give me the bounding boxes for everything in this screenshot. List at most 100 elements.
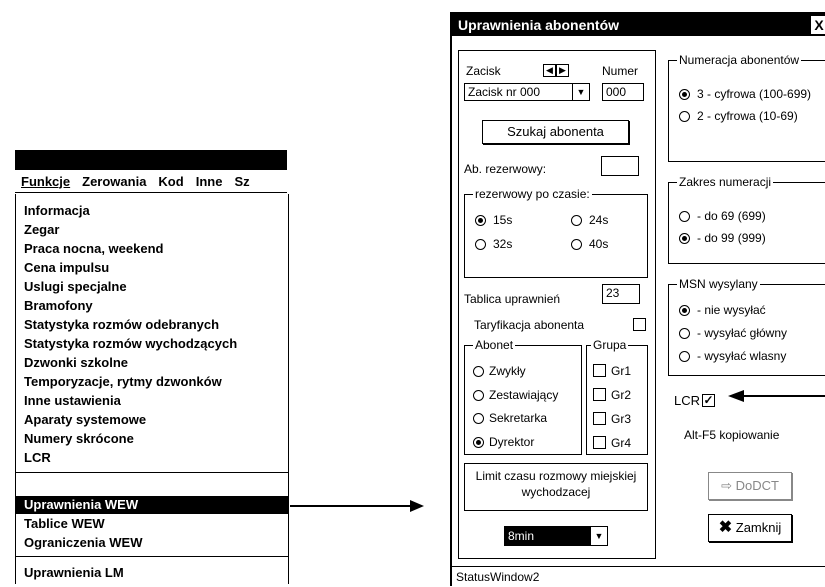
radio-32s[interactable] [475,239,486,250]
radio-dyrektor[interactable] [473,437,484,448]
radio-zwykly-label: Zwykły [489,364,526,378]
menu-item-uprawnienia-lm[interactable]: Uprawnienia LM [16,564,288,582]
menu-item-temporyzacje[interactable]: Temporyzacje, rytmy dzwonków [16,373,288,391]
menu-zerowania[interactable]: Zerowania [76,174,152,189]
zakres-group: Zakres numeracji - do 69 (699) - do 99 (… [668,175,825,264]
search-subscriber-button[interactable]: Szukaj abonenta [482,120,629,144]
menu-inne[interactable]: Inne [190,174,229,189]
radio-15s[interactable] [475,215,486,226]
zacisk-label: Zacisk [466,64,501,78]
checkbox-gr4-label: Gr4 [611,436,632,450]
ab-rezerwowy-label: Ab. rezerwowy: [464,162,547,176]
close-icon[interactable]: X [811,16,825,34]
numeracja-group-label: Numeracja abonentów [677,53,802,67]
checkbox-gr3[interactable] [593,412,606,425]
menu-item-zegar[interactable]: Zegar [16,221,288,239]
radio-do-99[interactable] [679,233,690,244]
radio-zwykly[interactable] [473,366,484,377]
menu-item-bramofony[interactable]: Bramofony [16,297,288,315]
limit-select[interactable]: 8min ▼ [504,526,608,546]
taryfikacja-label: Taryfikacja abonenta [474,318,585,332]
radio-3-cyfrowa-label: 3 - cyfrowa (100-699) [697,87,812,101]
menu-item-uprawnienia-wew[interactable]: Uprawnienia WEW [16,496,288,514]
menu-kod[interactable]: Kod [152,174,189,189]
menu-item-informacja[interactable]: Informacja [16,202,288,220]
menu-item-numery-skrocone[interactable]: Numery skrócone [16,430,288,448]
checkbox-gr1[interactable] [593,364,606,377]
radio-do-69-label: - do 69 (699) [697,209,766,223]
radio-24s-label: 24s [589,213,609,227]
alt-f5-label: Alt-F5 kopiowanie [684,428,780,442]
menu-separator [16,556,288,557]
menu-funkcje[interactable]: Funkcje [15,174,76,189]
radio-wysylac-wlasny[interactable] [679,351,690,362]
menu-window-titlebar [15,150,287,170]
radio-sekretarka[interactable] [473,413,484,424]
rezerwowy-group: rezerwowy po czasie: 15s 24s 32s 40s [464,187,648,278]
menu-item-statystyka-wychodzacych[interactable]: Statystyka rozmów wychodzących [16,335,288,353]
chevron-down-icon: ▼ [572,84,589,100]
radio-nie-wysylac-label: - nie wysyłać [697,303,766,317]
radio-32s-label: 32s [493,237,513,251]
radio-2-cyfrowa-label: 2 - cyfrowa (10-69) [697,109,798,123]
checkbox-gr3-label: Gr3 [611,412,632,426]
radio-15s-label: 15s [493,213,513,227]
checkbox-gr4[interactable] [593,436,606,449]
limit-panel: Limit czasu rozmowy miejskiej wychodzace… [464,463,648,511]
tablica-input[interactable]: 23 [602,284,640,304]
radio-nie-wysylac[interactable] [679,305,690,316]
lcr-checkbox[interactable]: ✓ [702,394,715,407]
menu-item-praca-nocna[interactable]: Praca nocna, weekend [16,240,288,258]
abonent-group-label: Abonet [473,338,516,352]
dodct-button[interactable]: ⇨ DoDCT [708,472,792,500]
ab-rezerwowy-input[interactable] [601,156,639,176]
close-button[interactable]: ✖ Zamknij [708,514,792,542]
menu-item-statystyka-odebranych[interactable]: Statystyka rozmów odebranych [16,316,288,334]
radio-dyrektor-label: Dyrektor [489,435,535,449]
radio-40s-label: 40s [589,237,609,251]
radio-3-cyfrowa[interactable] [679,89,690,100]
checkbox-gr2-label: Gr2 [611,388,632,402]
radio-zestawiajacy[interactable] [473,390,484,401]
menu-item-inne-ustawienia[interactable]: Inne ustawienia [16,392,288,410]
taryfikacja-checkbox[interactable] [633,318,646,331]
next-arrow-icon[interactable]: ▶ [556,64,569,77]
menu-item-uslugi-specjalne[interactable]: Uslugi specjalne [16,278,288,296]
menu-sz[interactable]: Sz [228,174,255,189]
menu-item-dzwonki-szkolne[interactable]: Dzwonki szkolne [16,354,288,372]
menu-item-tablice-wew[interactable]: Tablice WEW [16,515,288,533]
rezerwowy-group-label: rezerwowy po czasie: [473,187,592,201]
limit-value: 8min [508,529,535,543]
checkbox-gr2[interactable] [593,388,606,401]
chevron-down-icon: ▼ [590,527,607,545]
status-bar: StatusWindow2 [452,566,825,586]
radio-2-cyfrowa[interactable] [679,111,690,122]
dodct-label: DoDCT [735,478,779,493]
menu-bar: Funkcje Zerowania Kod Inne Sz [15,170,287,193]
lcr-pointer-line [742,395,825,397]
close-x-icon: ✖ [718,519,733,536]
radio-do-69[interactable] [679,211,690,222]
menu-item-cena-impulsu[interactable]: Cena impulsu [16,259,288,277]
grupa-group-label: Grupa [591,338,629,352]
radio-40s[interactable] [571,239,582,250]
dialog-title: Uprawnienia abonentów [452,14,825,36]
zacisk-select[interactable]: Zacisk nr 000 ▼ [464,83,590,101]
menu-separator [16,472,288,473]
menu-item-ograniczenia-wew[interactable]: Ograniczenia WEW [16,534,288,552]
radio-wysylac-glowny[interactable] [679,328,690,339]
msn-group-label: MSN wysylany [677,277,760,291]
radio-zestawiajacy-label: Zestawiający [489,388,559,402]
numer-input[interactable]: 000 [602,83,644,101]
funkcje-dropdown: Informacja Zegar Praca nocna, weekend Ce… [15,194,289,584]
zacisk-value: Zacisk nr 000 [468,85,541,99]
menu-item-lcr[interactable]: LCR [16,449,288,467]
zakres-group-label: Zakres numeracji [677,175,774,189]
menu-item-aparaty-systemowe[interactable]: Aparaty systemowe [16,411,288,429]
arrow-right-icon [410,500,424,512]
radio-24s[interactable] [571,215,582,226]
radio-wysylac-glowny-label: - wysyłać główny [697,326,788,340]
prev-arrow-icon[interactable]: ◀ [543,64,556,77]
limit-label-line2: wychodzacej [521,485,591,499]
radio-wysylac-wlasny-label: - wysyłać wlasny [697,349,787,363]
